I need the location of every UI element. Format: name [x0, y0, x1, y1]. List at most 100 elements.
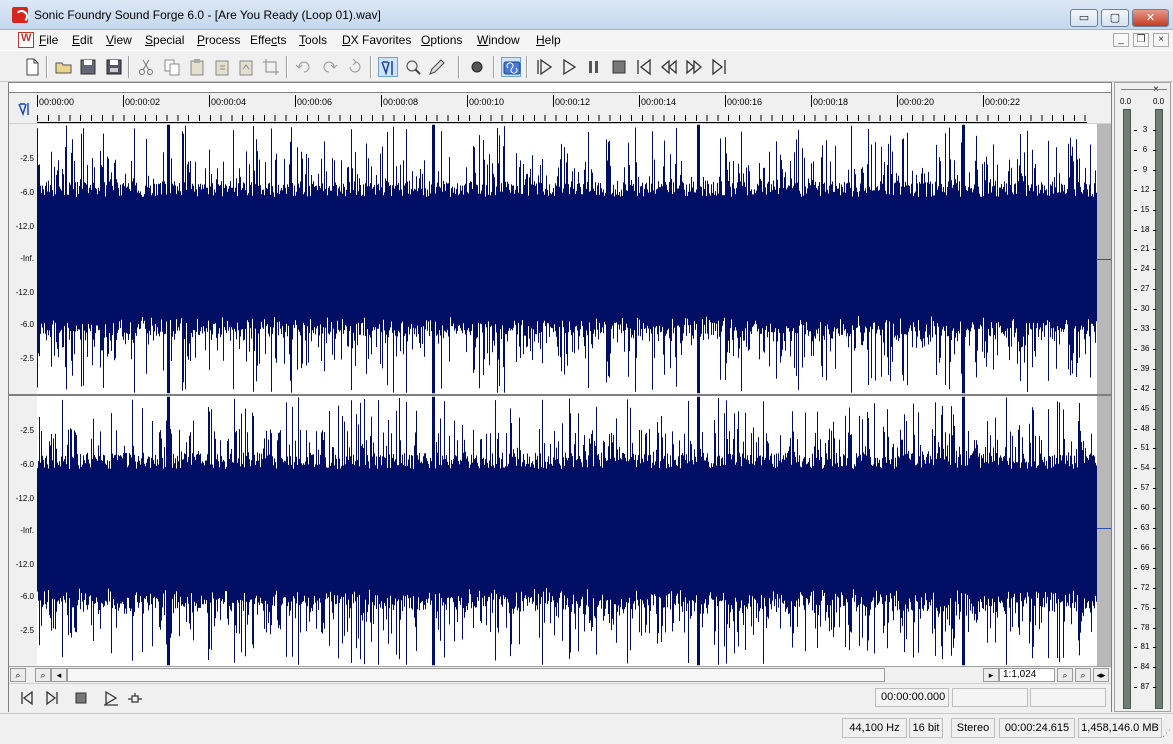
stop-icon[interactable]: [609, 57, 629, 77]
save-icon[interactable]: [78, 57, 98, 77]
title-bar[interactable]: Sonic Foundry Sound Forge 6.0 - [Are You…: [0, 0, 1173, 30]
stop-icon[interactable]: [73, 690, 89, 706]
zoom-out-level-icon[interactable]: ⌕: [10, 668, 26, 682]
zoom-ratio-display[interactable]: 1:1,024: [999, 668, 1055, 682]
go-to-start-icon[interactable]: [19, 690, 35, 706]
pencil-tool-icon[interactable]: [427, 57, 447, 77]
peak-left-value[interactable]: 0.0: [1120, 97, 1131, 106]
cut-icon[interactable]: [136, 57, 156, 77]
play-icon[interactable]: [103, 690, 119, 706]
menu-tools[interactable]: Tools: [299, 33, 327, 47]
record-icon[interactable]: [467, 57, 487, 77]
go-to-end-icon[interactable]: [709, 57, 729, 77]
app-icon[interactable]: [12, 7, 28, 23]
repeat-icon[interactable]: [345, 57, 365, 77]
bit-depth-status[interactable]: 16 bit: [909, 718, 943, 738]
meter-scale-label: 45: [1134, 404, 1156, 413]
magnify-tool-icon[interactable]: [403, 57, 423, 77]
level-label: -2.5: [20, 154, 34, 164]
sample-rate-status[interactable]: 44,100 Hz: [842, 718, 907, 738]
menu-file[interactable]: File: [39, 33, 58, 47]
scroll-thumb[interactable]: [67, 668, 885, 682]
time-ruler[interactable]: 00:00:00 00:00:02 00:00:04 00:00:06 00:00:08…: [9, 93, 1111, 123]
meter-scale-label: 60: [1134, 503, 1156, 512]
level-label: -12.0: [15, 221, 34, 231]
level-label: -2.5: [20, 353, 34, 363]
open-folder-icon[interactable]: [54, 57, 74, 77]
play-icon[interactable]: [559, 57, 579, 77]
overview-bar[interactable]: [9, 83, 1111, 93]
menu-dx-favorites[interactable]: DX Favorites: [342, 33, 411, 47]
save-all-icon[interactable]: [104, 57, 124, 77]
forward-icon[interactable]: [684, 57, 704, 77]
undo-icon[interactable]: [294, 57, 314, 77]
copy-icon[interactable]: [162, 57, 182, 77]
zoom-fit-icon[interactable]: ◂▸: [1093, 668, 1109, 682]
crop-icon[interactable]: [261, 57, 281, 77]
scroll-right-icon[interactable]: ▸: [983, 668, 999, 682]
paste-new-icon[interactable]: [212, 57, 232, 77]
maximize-button[interactable]: ▢: [1101, 9, 1129, 27]
selection-time-display[interactable]: 00:00:00.000: [875, 688, 949, 707]
toolbar-separator: [458, 56, 460, 78]
menu-help[interactable]: Help: [536, 33, 561, 47]
level-label: -6.0: [20, 592, 34, 602]
paste-icon[interactable]: [187, 57, 207, 77]
new-file-icon[interactable]: [22, 57, 42, 77]
menu-special[interactable]: Special: [145, 33, 184, 47]
menu-effects[interactable]: Effects: [250, 33, 286, 47]
edit-tool-icon[interactable]: [378, 57, 398, 77]
document-restore-button[interactable]: ❐: [1133, 33, 1149, 47]
waveform-trace: [37, 124, 1097, 394]
ruler-tool-icon[interactable]: [17, 101, 31, 117]
resize-grip-icon[interactable]: ⋰: [1162, 728, 1171, 739]
go-to-start-icon[interactable]: [634, 57, 654, 77]
menu-options[interactable]: Options: [421, 33, 462, 47]
time-tick-label: 00:00:08: [383, 97, 419, 107]
time-tick-label: 00:00:10: [469, 97, 505, 107]
selection-length-display[interactable]: [952, 688, 1028, 707]
channels-status[interactable]: Stereo: [951, 718, 995, 738]
rewind-icon[interactable]: [659, 57, 679, 77]
play-plugin-chain-icon[interactable]: [127, 690, 143, 706]
meter-scale-label: 36: [1134, 344, 1156, 353]
go-to-end-icon[interactable]: [44, 690, 60, 706]
time-ticks: 00:00:00 00:00:02 00:00:04 00:00:06 00:00:08…: [37, 93, 1087, 123]
close-button[interactable]: ✕: [1132, 9, 1169, 27]
minimize-button[interactable]: ▭: [1070, 9, 1098, 27]
level-label: -6.0: [20, 459, 34, 469]
play-meter-panel: × 0.0 0.0 369121518212427303336394245485…: [1114, 82, 1171, 712]
play-all-icon[interactable]: [534, 57, 554, 77]
scroll-left-icon[interactable]: ◂: [51, 668, 67, 682]
time-tick-label: 00:00:06: [297, 97, 333, 107]
menu-process[interactable]: Process: [197, 33, 240, 47]
document-icon[interactable]: [18, 32, 34, 48]
status-bar: 44,100 Hz 16 bit Stereo 00:00:24.615 1,4…: [0, 713, 1173, 744]
time-tick-label: 00:00:02: [125, 97, 161, 107]
peak-right-value[interactable]: 0.0: [1153, 97, 1164, 106]
cursor-position-display[interactable]: [1030, 688, 1106, 707]
zoom-out-time-icon[interactable]: ⌕: [1057, 668, 1073, 682]
time-tick-mark: [37, 95, 38, 107]
transport-bar: 00:00:00.000: [9, 684, 1111, 712]
waveform-left-channel[interactable]: [37, 124, 1097, 394]
time-tick-mark: [897, 95, 898, 107]
redo-icon[interactable]: [319, 57, 339, 77]
waveform-trace: [37, 396, 1097, 666]
zoom-in-time-icon[interactable]: ⌕: [1075, 668, 1091, 682]
menu-edit[interactable]: Edit: [72, 33, 93, 47]
zoom-in-level-icon[interactable]: ⌕: [35, 668, 51, 682]
menu-view[interactable]: View: [106, 33, 132, 47]
time-tick-label: 00:00:14: [641, 97, 677, 107]
mix-paste-icon[interactable]: [236, 57, 256, 77]
time-tick-mark: [725, 95, 726, 107]
loop-playback-icon[interactable]: [501, 57, 521, 77]
document-close-button[interactable]: ×: [1153, 33, 1169, 47]
center-line-marker-right: [1097, 528, 1111, 529]
menu-window[interactable]: Window: [477, 33, 520, 47]
document-minimize-button[interactable]: _: [1113, 33, 1129, 47]
waveform-right-channel[interactable]: [37, 396, 1097, 666]
meter-scale-label: 42: [1134, 384, 1156, 393]
toolbar-separator: [286, 56, 288, 78]
pause-icon[interactable]: [584, 57, 604, 77]
